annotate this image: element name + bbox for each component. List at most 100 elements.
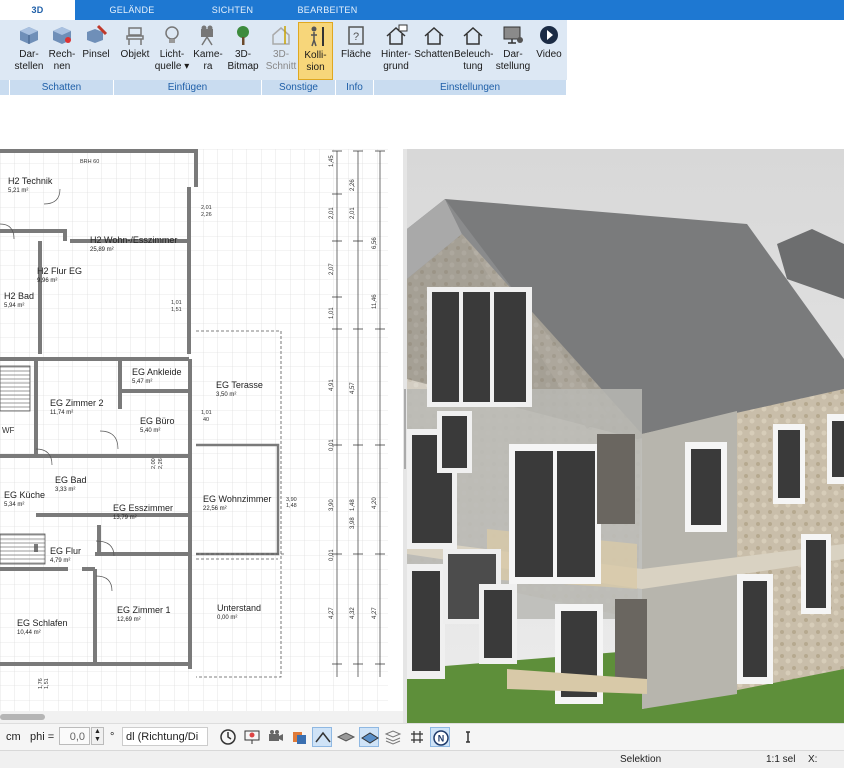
floor-plan-canvas[interactable]: 1,45 2,01 2,07 1,01 4,91 0,01 3,90 4,27 … <box>0 149 403 711</box>
room-area: 5,40 m² <box>140 428 160 434</box>
house-shadow-icon <box>424 26 444 45</box>
room-name: Unterstand <box>217 603 261 613</box>
darstellen-label-1: Dar- <box>19 49 39 60</box>
wall-dim-7: 2,26 <box>158 458 164 469</box>
floor-plan-view[interactable]: 1,45 2,01 2,07 1,01 4,91 0,01 3,90 4,27 … <box>0 149 403 711</box>
more-vertical-icon <box>466 731 470 743</box>
flaeche-button[interactable]: ? Fläche <box>339 22 373 80</box>
grid-button[interactable] <box>407 727 427 747</box>
north-button[interactable]: N <box>430 727 450 747</box>
room-name: EG Flur <box>50 546 81 556</box>
schnitt-3d-button[interactable]: 3D- Schnitt <box>264 22 298 80</box>
wall-dim-11: 1,51 <box>44 678 50 689</box>
dim-a-7: 4,27 <box>329 607 335 619</box>
section-house-icon <box>272 26 290 45</box>
monitor-settings-icon <box>503 26 523 44</box>
dim-a-4: 4,91 <box>329 379 335 391</box>
svg-text:?: ? <box>353 31 359 43</box>
ribbon-tab-bar: 3D GELÄNDE SICHTEN BEARBEITEN <box>0 0 844 20</box>
camera-view-icon <box>269 730 283 741</box>
wall-dim-3: 1,51 <box>171 307 182 313</box>
more-options-button[interactable] <box>458 727 478 747</box>
wall-dim-6: 2,00 <box>151 458 157 469</box>
kamera-label-1: Kame- <box>193 49 223 60</box>
room-area: 3,50 m² <box>216 392 236 398</box>
document-tab-area <box>0 96 844 149</box>
group-info: Info <box>336 80 374 95</box>
darstellen-label-2: stellen <box>14 61 44 72</box>
view-3d[interactable] <box>407 149 844 723</box>
lichtquelle-label-2: quelle ▾ <box>154 61 190 72</box>
darstellen-button[interactable]: Dar- stellen <box>9 22 49 80</box>
view-mode-button-2[interactable] <box>336 727 356 747</box>
door <box>597 434 635 524</box>
beleuchtung-label-2: tung <box>463 61 483 72</box>
kamera-button[interactable]: Kame- ra <box>191 22 225 80</box>
phi-stepper[interactable]: ▲ ▼ <box>91 727 104 745</box>
schatten-button[interactable]: Schatten <box>414 22 454 80</box>
tab-gelaende[interactable]: GELÄNDE <box>92 0 172 20</box>
bottom-toolbar: cm phi = 0,0 ▲ ▼ ° dl (Richtung/Di N <box>0 723 844 751</box>
darstellung-button[interactable]: Dar- stellung <box>494 22 532 80</box>
wall-dim-9: 1,48 <box>286 503 297 509</box>
presentation-button[interactable] <box>242 727 262 747</box>
hintergrund-button[interactable]: Hinter- grund <box>377 22 415 80</box>
lichtquelle-button[interactable]: Licht- quelle ▾ <box>153 22 191 80</box>
kollision-button[interactable]: Kolli- sion <box>298 22 333 80</box>
tab-3d[interactable]: 3D <box>0 0 75 20</box>
objekt-button[interactable]: Objekt <box>118 22 152 80</box>
room-name: EG Terasse <box>216 380 263 390</box>
tree-icon <box>237 26 249 45</box>
dim-b-2: 4,57 <box>350 382 356 394</box>
window <box>827 414 844 484</box>
status-mode: Selektion <box>620 754 662 765</box>
scroll-thumb[interactable] <box>0 714 45 720</box>
grid-icon <box>411 731 423 743</box>
room-area: 11,74 m² <box>50 410 73 416</box>
clock-button[interactable] <box>218 727 238 747</box>
view-mode-button-1[interactable] <box>312 727 332 747</box>
roof-view-icon <box>315 731 331 743</box>
room-name: EG Esszimmer <box>113 503 173 513</box>
wall-dim-1: 2,26 <box>201 212 212 218</box>
phi-input[interactable]: 0,0 <box>59 727 90 745</box>
video-button[interactable]: Video <box>533 22 565 80</box>
pinsel-button[interactable]: Pinsel <box>79 22 113 80</box>
group-schatten: Schatten <box>10 80 114 95</box>
beleuchtung-button[interactable]: Beleuch- tung <box>454 22 493 80</box>
dim-c-0: 6,56 <box>372 237 378 249</box>
dl-dropdown[interactable]: dl (Richtung/Di <box>122 727 208 746</box>
wall-dim-0: 2,01 <box>201 205 212 211</box>
clock-icon <box>220 729 236 745</box>
darstellung-label-1: Dar- <box>503 49 523 60</box>
dim-a-5: 0,01 <box>329 439 335 451</box>
kamera-label-2: ra <box>203 61 213 72</box>
tab-bearbeiten[interactable]: BEARBEITEN <box>290 0 365 20</box>
room-name: EG Schlafen <box>17 618 68 628</box>
ribbon-group-edge <box>0 80 10 95</box>
tab-sichten[interactable]: SICHTEN <box>195 0 270 20</box>
splitter-handle[interactable] <box>404 389 406 469</box>
status-scale: 1:1 sel <box>766 754 796 765</box>
bitmap-3d-button[interactable]: 3D- Bitmap <box>225 22 261 80</box>
schnitt-3d-label-2: Schnitt <box>265 61 297 72</box>
kollision-label-1: Kolli- <box>304 50 327 61</box>
material-button[interactable] <box>289 727 309 747</box>
chair-icon <box>126 27 144 45</box>
room-area: 5,34 m² <box>4 502 24 508</box>
person-collision-icon <box>310 26 324 47</box>
pinsel-label: Pinsel <box>82 49 110 60</box>
room-name: EG Ankleide <box>132 367 182 377</box>
room-area: 5,47 m² <box>132 379 152 385</box>
render-cube-icon <box>20 27 38 44</box>
rechnen-button[interactable]: Rech- nen <box>46 22 78 80</box>
bitmap-3d-label-2: Bitmap <box>227 61 259 72</box>
dim-a-1: 2,01 <box>329 207 335 219</box>
kollision-label-2: sion <box>306 62 325 73</box>
camera-view-button[interactable] <box>266 727 286 747</box>
view-mode-button-4[interactable] <box>383 727 403 747</box>
house-3d-render[interactable] <box>407 149 844 723</box>
view-mode-button-3[interactable] <box>359 727 379 747</box>
horizontal-scrollbar[interactable] <box>0 711 403 723</box>
room-name: EG Zimmer 1 <box>117 605 171 615</box>
